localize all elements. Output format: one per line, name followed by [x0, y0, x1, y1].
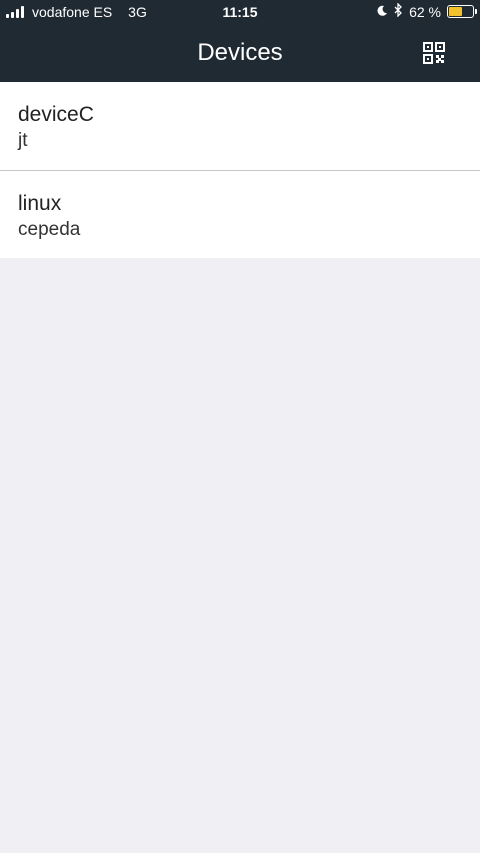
bluetooth-icon [394, 2, 403, 20]
qr-code-icon[interactable] [423, 42, 445, 64]
status-right: 62 % [376, 2, 477, 20]
device-user: jt [18, 130, 28, 151]
status-bar: vodafone ES 3G 11:15 62 % [0, 0, 480, 24]
device-user: cepeda [18, 219, 81, 240]
device-row-linux[interactable]: linux cepeda [0, 170, 480, 258]
device-name: linux [18, 192, 62, 215]
battery-fill [449, 7, 462, 16]
moon-icon [376, 4, 388, 20]
nav-bar: vodafone ES 3G 11:15 62 % Devices [0, 0, 480, 82]
device-name: deviceC [18, 103, 94, 126]
page-title: Devices [197, 39, 283, 66]
battery-icon [447, 5, 477, 18]
battery-percent: 62 % [409, 3, 441, 20]
device-list: deviceC jt linux cepeda [0, 82, 480, 258]
device-row-deviceC[interactable]: deviceC jt [0, 82, 480, 170]
